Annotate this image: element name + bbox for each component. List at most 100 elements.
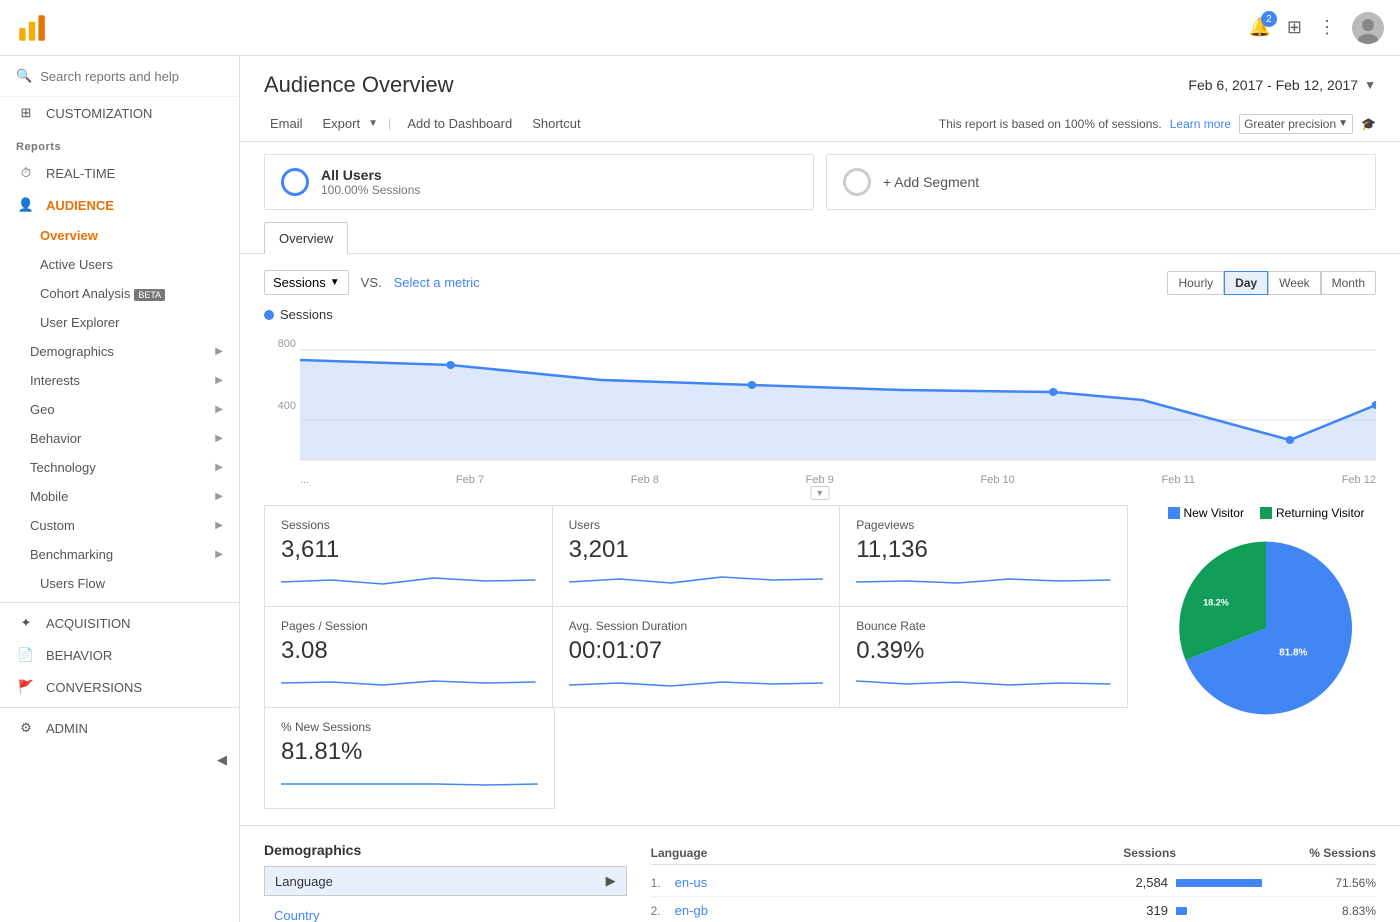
sessions-col-header: Sessions bbox=[1096, 846, 1176, 860]
language-col-header: Language bbox=[651, 846, 1096, 860]
demographics-arrow-icon: ▶ bbox=[215, 346, 223, 357]
sidebar-item-technology[interactable]: Technology ▶ bbox=[0, 453, 239, 482]
metrics-grid: Sessions 3,611 Users 3,201 bbox=[264, 506, 1136, 809]
sidebar-collapse-button[interactable]: ◀ bbox=[0, 744, 239, 776]
metric-label-avg-session: Avg. Session Duration bbox=[569, 619, 824, 633]
export-button: Export bbox=[317, 112, 367, 135]
language-tab[interactable]: Language ▶ bbox=[264, 866, 627, 896]
overview-tab[interactable]: Overview bbox=[264, 222, 348, 254]
sidebar-item-mobile[interactable]: Mobile ▶ bbox=[0, 482, 239, 511]
sidebar-item-user-explorer[interactable]: User Explorer bbox=[0, 308, 239, 337]
precision-label: Greater precision bbox=[1244, 117, 1336, 131]
x-label-feb12: Feb 12 bbox=[1342, 474, 1376, 486]
custom-arrow-icon: ▶ bbox=[215, 520, 223, 531]
content-header: Audience Overview Feb 6, 2017 - Feb 12, … bbox=[240, 56, 1400, 106]
lang-row-2-code[interactable]: en-gb bbox=[675, 903, 1088, 918]
sidebar-item-benchmarking[interactable]: Benchmarking ▶ bbox=[0, 540, 239, 569]
segment-add[interactable]: + Add Segment bbox=[826, 154, 1376, 210]
precision-select[interactable]: Greater precision ▼ bbox=[1239, 114, 1353, 134]
sidebar-item-active-users[interactable]: Active Users bbox=[0, 250, 239, 279]
y-label-400: 400 bbox=[278, 400, 296, 412]
returning-visitor-legend-label: Returning Visitor bbox=[1276, 506, 1365, 520]
metric-selector-row: Sessions ▼ VS. Select a metric Hourly Da… bbox=[264, 270, 1376, 295]
search-bar[interactable]: 🔍 bbox=[0, 56, 239, 97]
sidebar-item-interests[interactable]: Interests ▶ bbox=[0, 366, 239, 395]
precision-arrow-icon: ▼ bbox=[1338, 118, 1348, 129]
behavior-main-label: BEHAVIOR bbox=[46, 648, 112, 663]
lang-row-1-code[interactable]: en-us bbox=[675, 875, 1088, 890]
date-range-picker[interactable]: Feb 6, 2017 - Feb 12, 2017 ▼ bbox=[1188, 77, 1376, 93]
behavior-arrow-icon: ▶ bbox=[215, 433, 223, 444]
add-to-dashboard-button[interactable]: Add to Dashboard bbox=[401, 112, 518, 135]
topbar-right: 🔔 2 ⊞ ⋮ bbox=[1248, 12, 1384, 44]
segment-circle-2 bbox=[843, 168, 871, 196]
sidebar-item-custom[interactable]: Custom ▶ bbox=[0, 511, 239, 540]
language-table: Language Sessions % Sessions 1. en-us 2,… bbox=[651, 842, 1376, 922]
sidebar-item-conversions[interactable]: 🚩 CONVERSIONS bbox=[0, 671, 239, 703]
lang-row-1-sessions: 2,584 bbox=[1088, 875, 1168, 890]
metric-label-users: Users bbox=[569, 518, 824, 532]
x-label-feb11: Feb 11 bbox=[1162, 474, 1195, 486]
apps-grid-icon[interactable]: ⊞ bbox=[1287, 17, 1302, 38]
more-options-icon[interactable]: ⋮ bbox=[1318, 17, 1336, 38]
sidebar-item-customization[interactable]: ⊞ CUSTOMIZATION bbox=[0, 97, 239, 129]
metric-value-users: 3,201 bbox=[569, 536, 824, 564]
email-button[interactable]: Email bbox=[264, 112, 309, 135]
notification-bell-icon[interactable]: 🔔 2 bbox=[1248, 17, 1270, 38]
bottom-section: Demographics Language ▶ Country Language… bbox=[240, 825, 1400, 922]
metric-cell-sessions: Sessions 3,611 bbox=[264, 505, 553, 607]
week-button[interactable]: Week bbox=[1268, 271, 1320, 295]
sidebar-item-users-flow[interactable]: Users Flow bbox=[0, 569, 239, 598]
metric-value-avg-session: 00:01:07 bbox=[569, 637, 824, 665]
mobile-arrow-icon: ▶ bbox=[215, 491, 223, 502]
metric-cell-avg-session: Avg. Session Duration 00:01:07 bbox=[552, 606, 841, 708]
sidebar-item-audience[interactable]: 👤 AUDIENCE bbox=[0, 189, 239, 221]
sidebar-item-geo[interactable]: Geo ▶ bbox=[0, 395, 239, 424]
sidebar-item-demographics[interactable]: Demographics ▶ bbox=[0, 337, 239, 366]
sidebar-item-overview[interactable]: Overview bbox=[0, 221, 239, 250]
segment-sub-1: 100.00% Sessions bbox=[321, 183, 420, 197]
sidebar-item-behavior[interactable]: Behavior ▶ bbox=[0, 424, 239, 453]
sidebar-item-behavior-main[interactable]: 📄 BEHAVIOR bbox=[0, 639, 239, 671]
export-dropdown[interactable]: Export ▼ bbox=[317, 112, 378, 135]
sidebar: 🔍 ⊞ CUSTOMIZATION Reports ⏱ REAL-TIME 👤 … bbox=[0, 56, 240, 922]
pie-legend: New Visitor Returning Visitor bbox=[1156, 506, 1376, 520]
sparkline-users bbox=[569, 570, 824, 594]
lang-row-1: 1. en-us 2,584 71.56% bbox=[651, 869, 1376, 897]
chart-section: Sessions ▼ VS. Select a metric Hourly Da… bbox=[240, 254, 1400, 506]
new-visitor-legend: New Visitor bbox=[1168, 506, 1244, 520]
shortcut-button[interactable]: Shortcut bbox=[526, 112, 586, 135]
x-label-feb9: Feb 9 ▼ bbox=[806, 474, 834, 486]
filter-icon[interactable]: 🎓 bbox=[1361, 117, 1376, 131]
sidebar-item-cohort-analysis[interactable]: Cohort AnalysisBETA bbox=[0, 279, 239, 308]
topbar: 🔔 2 ⊞ ⋮ bbox=[0, 0, 1400, 56]
realtime-label: REAL-TIME bbox=[46, 166, 115, 181]
sidebar-item-admin[interactable]: ⚙ ADMIN bbox=[0, 712, 239, 744]
new-visitor-legend-label: New Visitor bbox=[1184, 506, 1244, 520]
chart-area: ... Feb 7 Feb 8 Feb 9 ▼ Feb 10 Feb 11 Fe… bbox=[300, 330, 1376, 490]
country-link[interactable]: Country bbox=[264, 904, 627, 922]
metric-selector[interactable]: Sessions ▼ bbox=[264, 270, 349, 295]
x-label-feb10: Feb 10 bbox=[981, 474, 1015, 486]
learn-more-link[interactable]: Learn more bbox=[1170, 117, 1231, 131]
segment-all-users[interactable]: All Users 100.00% Sessions bbox=[264, 154, 814, 210]
sparkline-avg-session bbox=[569, 671, 824, 695]
person-icon: 👤 bbox=[16, 197, 36, 213]
day-button[interactable]: Day bbox=[1224, 271, 1268, 295]
acquisition-icon: ✦ bbox=[16, 615, 36, 631]
user-avatar[interactable] bbox=[1352, 12, 1384, 44]
metric-cell-pages-session: Pages / Session 3.08 bbox=[264, 606, 553, 708]
month-button[interactable]: Month bbox=[1321, 271, 1376, 295]
page-title: Audience Overview bbox=[264, 72, 454, 98]
hourly-button[interactable]: Hourly bbox=[1167, 271, 1224, 295]
chart-svg bbox=[300, 330, 1376, 470]
returning-visitor-legend: Returning Visitor bbox=[1260, 506, 1365, 520]
x-label-feb8: Feb 8 bbox=[631, 474, 659, 486]
select-metric-link[interactable]: Select a metric bbox=[394, 275, 480, 290]
sidebar-item-realtime[interactable]: ⏱ REAL-TIME bbox=[0, 157, 239, 189]
divider-2 bbox=[0, 707, 239, 708]
search-input[interactable] bbox=[40, 69, 223, 84]
sidebar-item-acquisition[interactable]: ✦ ACQUISITION bbox=[0, 607, 239, 639]
chart-tooltip-btn[interactable]: ▼ bbox=[810, 486, 829, 500]
sparkline-new-sessions bbox=[281, 772, 538, 796]
